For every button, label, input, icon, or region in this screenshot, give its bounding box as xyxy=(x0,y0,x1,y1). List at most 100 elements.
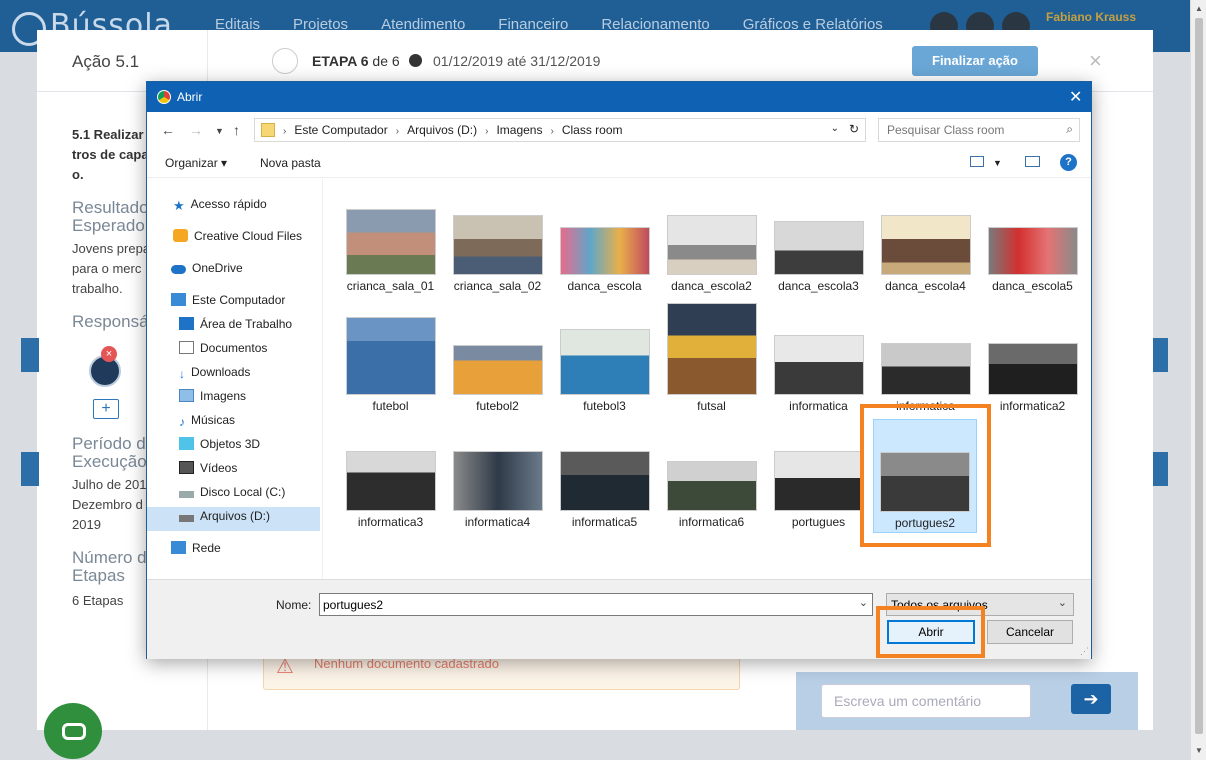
breadcrumb-item[interactable]: Imagens xyxy=(496,123,542,137)
file-item[interactable]: futebol xyxy=(339,317,442,429)
user-name[interactable]: Fabiano Krauss xyxy=(1046,10,1136,24)
breadcrumb-sep: › xyxy=(283,126,287,137)
page-scrollbar[interactable]: ▲ ▼ xyxy=(1190,0,1206,760)
file-thumbnail xyxy=(345,451,436,511)
sidebar-item-3d-objects[interactable]: Objetos 3D xyxy=(179,437,260,461)
sidebar-item-network[interactable]: Rede xyxy=(171,541,221,565)
file-item[interactable]: informatica xyxy=(767,335,870,447)
close-icon[interactable]: ✕ xyxy=(1069,87,1082,107)
chevron-down-icon[interactable]: ⌄ xyxy=(1058,596,1067,609)
sidebar-item-label: Arquivos (D:) xyxy=(200,509,271,523)
side-tab xyxy=(21,452,39,486)
search-icon[interactable]: ⌕ xyxy=(1066,122,1073,137)
sidebar-item-videos[interactable]: Vídeos xyxy=(179,461,237,485)
organize-button[interactable]: Organizar ▾ xyxy=(165,156,227,170)
scroll-up-icon[interactable]: ▲ xyxy=(1194,4,1204,14)
new-folder-button[interactable]: Nova pasta xyxy=(260,156,321,170)
chevron-down-icon[interactable]: ⌄ xyxy=(859,596,868,609)
resize-grip-icon[interactable]: ⋰ xyxy=(1080,646,1089,657)
sidebar-item-drive-c[interactable]: Disco Local (C:) xyxy=(179,485,285,509)
sidebar-item-quick-access[interactable]: ★ Acesso rápido xyxy=(173,197,267,221)
file-name: danca_escola xyxy=(567,279,642,293)
close-icon[interactable]: × xyxy=(1089,48,1102,74)
sidebar-item-onedrive[interactable]: OneDrive xyxy=(171,261,243,285)
step-dates: 01/12/2019 até 31/12/2019 xyxy=(433,53,601,69)
file-thumbnail xyxy=(773,335,864,395)
file-item[interactable]: danca_escola3 xyxy=(767,221,870,333)
search-input[interactable]: Pesquisar Class room ⌕ xyxy=(878,118,1080,142)
file-item[interactable]: informatica3 xyxy=(339,451,442,563)
file-name: informatica6 xyxy=(678,515,745,529)
sidebar-item-computer[interactable]: Este Computador xyxy=(171,293,285,317)
scrollbar-thumb[interactable] xyxy=(1195,18,1203,734)
star-icon: ★ xyxy=(173,198,185,213)
view-options-icon[interactable] xyxy=(970,156,984,167)
breadcrumb-item[interactable]: Class room xyxy=(562,123,623,137)
file-thumbnail xyxy=(452,345,543,395)
file-item[interactable]: crianca_sala_02 xyxy=(446,215,549,327)
file-item[interactable]: crianca_sala_01 xyxy=(339,209,442,321)
sidebar-item-downloads[interactable]: ↓ Downloads xyxy=(179,365,250,389)
finalize-action-button[interactable]: Finalizar ação xyxy=(912,46,1038,76)
add-responsible-button[interactable]: + xyxy=(93,399,119,419)
file-thumbnail xyxy=(987,343,1078,395)
sidebar-item-creative-cloud[interactable]: Creative Cloud Files xyxy=(173,229,302,253)
sidebar-item-drive-d[interactable]: Arquivos (D:) xyxy=(147,507,320,531)
file-item[interactable]: danca_escola5 xyxy=(981,227,1084,339)
open-file-dialog: Abrir ✕ ← → ▼ ↑ › Este Computador › Arquivo… xyxy=(146,81,1092,659)
sidebar-item-images[interactable]: Imagens xyxy=(179,389,246,413)
file-thumbnail xyxy=(666,461,757,511)
sidebar-item-desktop[interactable]: Área de Trabalho xyxy=(179,317,292,341)
sidebar-item-label: Disco Local (C:) xyxy=(200,485,286,499)
preview-pane-icon[interactable] xyxy=(1025,156,1040,167)
file-name-label: Nome: xyxy=(276,598,312,612)
step-status-circle[interactable] xyxy=(272,48,298,74)
file-item[interactable]: informatica4 xyxy=(446,451,549,563)
file-item[interactable]: informatica6 xyxy=(660,461,763,573)
forward-arrow-icon[interactable]: → xyxy=(189,122,203,138)
breadcrumb-item[interactable]: Este Computador xyxy=(294,123,387,137)
back-arrow-icon[interactable]: ← xyxy=(161,122,175,138)
file-thumbnail xyxy=(987,227,1078,275)
send-comment-button[interactable]: ➔ xyxy=(1071,684,1111,714)
help-icon[interactable]: ? xyxy=(1060,154,1077,171)
recent-dropdown-icon[interactable]: ▼ xyxy=(215,126,224,136)
file-item[interactable]: portugues xyxy=(767,451,870,563)
scroll-down-icon[interactable]: ▼ xyxy=(1194,746,1204,756)
step-label: ETAPA 6 de 6 xyxy=(312,53,400,69)
file-item[interactable]: futebol3 xyxy=(553,329,656,441)
search-placeholder: Pesquisar Class room xyxy=(887,123,1005,137)
file-name: danca_escola5 xyxy=(992,279,1073,293)
highlight-selected-file xyxy=(860,404,991,547)
file-thumbnail xyxy=(666,215,757,275)
file-item[interactable]: futsal xyxy=(660,303,763,415)
file-thumbnail xyxy=(880,343,971,395)
breadcrumb-item[interactable]: Arquivos (D:) xyxy=(407,123,477,137)
breadcrumb-sep: › xyxy=(550,126,554,137)
file-name: informatica3 xyxy=(357,515,424,529)
file-name: crianca_sala_01 xyxy=(346,279,435,293)
file-item[interactable]: danca_escola4 xyxy=(874,215,977,327)
view-dropdown-icon[interactable]: ▼ xyxy=(993,158,1002,168)
file-thumbnail xyxy=(452,215,543,275)
address-bar[interactable]: › Este Computador › Arquivos (D:) › Imagens › C… xyxy=(254,118,866,142)
modal-title: Ação 5.1 xyxy=(72,52,140,71)
comment-input[interactable]: Escreva um comentário xyxy=(821,684,1031,718)
file-name-input[interactable]: portugues2 ⌄ xyxy=(319,593,873,616)
chat-button[interactable] xyxy=(44,703,102,759)
sidebar-item-documents[interactable]: Documentos xyxy=(179,341,267,365)
remove-responsible-icon[interactable]: × xyxy=(101,346,117,362)
sidebar-item-label: Documentos xyxy=(200,341,268,355)
refresh-icon[interactable]: ↻ xyxy=(849,122,859,136)
file-item[interactable]: informatica5 xyxy=(553,451,656,563)
up-arrow-icon[interactable]: ↑ xyxy=(233,122,240,138)
sidebar-item-label: Creative Cloud Files xyxy=(194,229,303,243)
chevron-down-icon[interactable]: ⌄ xyxy=(831,123,839,134)
file-item[interactable]: futebol2 xyxy=(446,345,549,457)
file-item[interactable]: danca_escola xyxy=(553,227,656,339)
sidebar-item-music[interactable]: ♪ Músicas xyxy=(179,413,235,437)
file-item[interactable]: informatica2 xyxy=(981,343,1084,455)
desktop-icon xyxy=(179,317,194,330)
dialog-toolbar: Organizar ▾ Nova pasta ▼ ? xyxy=(147,148,1091,178)
cancel-button[interactable]: Cancelar xyxy=(987,620,1073,644)
